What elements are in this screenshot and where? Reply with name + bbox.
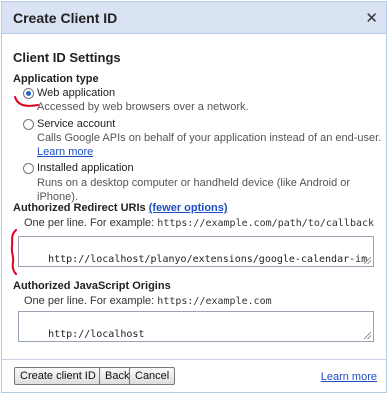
resize-handle-icon[interactable] [364,332,371,339]
settings-title: Client ID Settings [13,50,121,65]
origins-example-prefix: One per line. For example: [24,295,155,307]
create-client-id-button[interactable]: Create client ID [14,367,102,385]
redirect-uris-textarea[interactable]: http://localhost/planyo/extensions/googl… [18,236,374,267]
service-account-label[interactable]: Service account [37,118,115,130]
redirect-uris-title: Authorized Redirect URIs [13,202,146,214]
dialog-title: Create Client ID [13,10,118,26]
js-origins-textarea[interactable]: http://localhost [18,311,374,342]
redirect-example: One per line. For example: https://examp… [24,217,374,229]
application-type-label: Application type [13,73,99,85]
installed-application-label[interactable]: Installed application [37,162,134,174]
redirect-example-prefix: One per line. For example: [24,217,155,229]
footer-divider [2,359,386,360]
resize-handle-icon[interactable] [364,257,371,264]
js-origins-value: http://localhost [48,329,145,340]
service-account-description-text: Calls Google APIs on behalf of your appl… [37,132,382,144]
redirect-uris-label: Authorized Redirect URIs (fewer options) [13,202,228,214]
radio-service-account[interactable] [23,119,34,130]
dialog-header: Create Client ID ✕ [2,2,386,34]
redirect-uris-value: http://localhost/planyo/extensions/googl… [48,254,368,265]
create-client-id-dialog: Create Client ID ✕ Client ID Settings Ap… [1,1,387,393]
installed-application-description: Runs on a desktop computer or handheld d… [37,177,351,203]
radio-web-application[interactable] [23,88,34,99]
service-account-learn-more-link[interactable]: Learn more [37,146,93,158]
origins-example: One per line. For example: https://examp… [24,295,272,307]
radio-installed-application[interactable] [23,163,34,174]
origins-example-value: https://example.com [157,296,272,307]
fewer-options-link[interactable]: (fewer options) [149,202,228,214]
footer-learn-more-link[interactable]: Learn more [321,371,377,383]
close-icon[interactable]: ✕ [365,9,378,27]
js-origins-label: Authorized JavaScript Origins [13,280,171,292]
web-application-label[interactable]: Web application [37,87,115,99]
web-application-description: Accessed by web browsers over a network. [37,101,249,113]
redirect-example-value: https://example.com/path/to/callback [157,218,375,229]
service-account-description: Calls Google APIs on behalf of your appl… [37,131,382,159]
cancel-button[interactable]: Cancel [129,367,176,385]
